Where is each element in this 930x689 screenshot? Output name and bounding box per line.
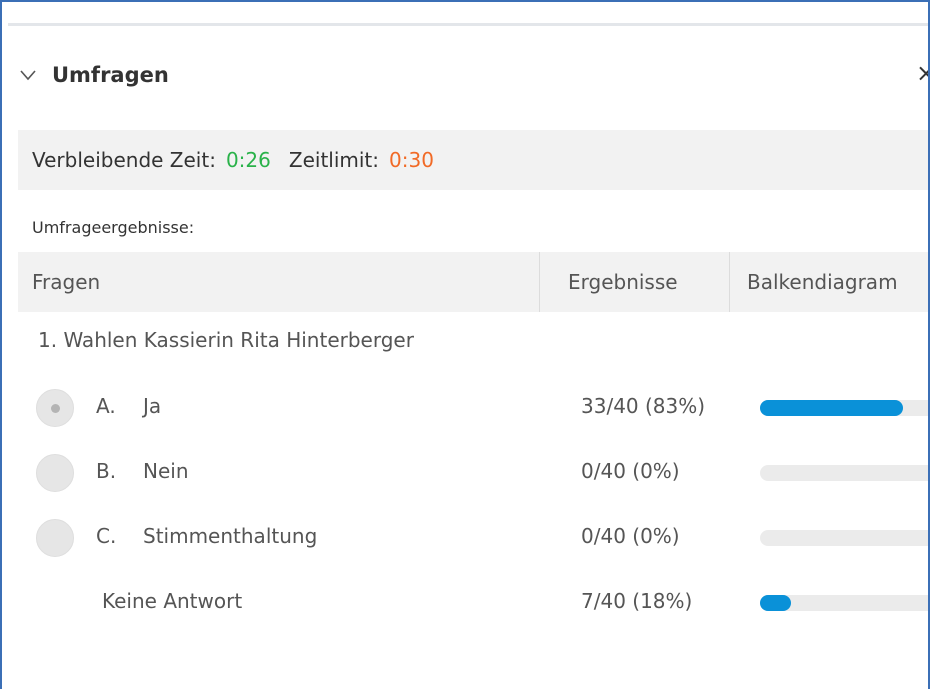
- result-bar-track: [760, 400, 928, 416]
- option-letter: B.: [96, 459, 117, 483]
- radio-selected-dot: [51, 404, 60, 413]
- option-row-c[interactable]: C. Stimmenthaltung 0/40 (0%): [18, 509, 928, 569]
- option-letter: C.: [96, 524, 117, 548]
- results-table-header: Fragen Ergebnisse Balkendiagram: [18, 252, 928, 312]
- close-icon[interactable]: ×: [916, 60, 928, 86]
- remaining-time-label: Verbleibende Zeit:: [32, 148, 216, 172]
- result-bar-fill: [760, 595, 791, 611]
- no-answer-label: Keine Antwort: [102, 589, 243, 613]
- chevron-down-icon[interactable]: [18, 65, 38, 85]
- option-result: 0/40 (0%): [581, 524, 680, 548]
- remaining-time-value: 0:26: [225, 148, 271, 172]
- option-row-b[interactable]: B. Nein 0/40 (0%): [18, 444, 928, 504]
- result-bar-fill: [760, 400, 903, 416]
- option-radio-a[interactable]: [36, 389, 74, 427]
- result-bar-track: [760, 530, 928, 546]
- column-divider: [729, 252, 730, 312]
- results-label: Umfrageergebnisse:: [32, 218, 195, 237]
- poll-panel: Umfragen × Verbleibende Zeit: 0:26 Zeitl…: [0, 0, 930, 689]
- option-radio-b[interactable]: [36, 454, 74, 492]
- column-divider: [539, 252, 540, 312]
- option-result: 0/40 (0%): [581, 459, 680, 483]
- column-header-results: Ergebnisse: [568, 270, 678, 294]
- result-bar-track: [760, 465, 928, 481]
- no-answer-row: Keine Antwort 7/40 (18%): [18, 574, 928, 634]
- option-label: Nein: [143, 459, 189, 483]
- option-label: Ja: [143, 394, 162, 418]
- question-title: 1. Wahlen Kassierin Rita Hinterberger: [38, 328, 414, 352]
- option-radio-c[interactable]: [36, 519, 74, 557]
- option-result: 33/40 (83%): [581, 394, 706, 418]
- panel-header[interactable]: Umfragen: [18, 60, 169, 90]
- result-bar-track: [760, 595, 928, 611]
- option-label: Stimmenthaltung: [143, 524, 318, 548]
- top-divider: [8, 23, 928, 26]
- column-header-bar-chart: Balkendiagram: [747, 270, 898, 294]
- option-row-a[interactable]: A. Ja 33/40 (83%): [18, 379, 928, 439]
- no-answer-result: 7/40 (18%): [581, 589, 693, 613]
- panel-title: Umfragen: [52, 63, 169, 87]
- time-limit-label: Zeitlimit:: [288, 148, 380, 172]
- option-letter: A.: [96, 394, 116, 418]
- timer-bar: Verbleibende Zeit: 0:26 Zeitlimit: 0:30: [18, 130, 928, 190]
- time-limit-value: 0:30: [389, 148, 434, 172]
- column-header-questions: Fragen: [32, 270, 101, 294]
